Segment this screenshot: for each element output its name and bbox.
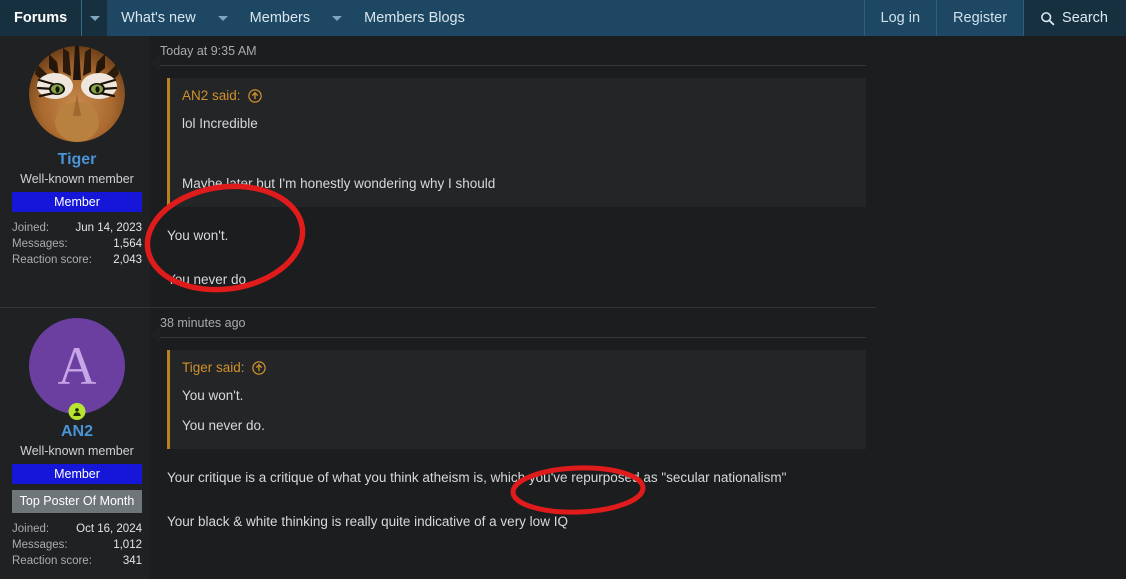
avatar[interactable]: [29, 46, 125, 142]
quote-line: You won't.: [182, 388, 244, 403]
stat-joined: Joined: Jun 14, 2023: [12, 220, 142, 236]
stat-value: 341: [122, 555, 142, 567]
user-banner-member: Member: [12, 464, 142, 484]
post-paragraph: Your black & white thinking is really qu…: [167, 514, 568, 529]
stat-messages: Messages: 1,564: [12, 236, 142, 252]
quote-author-label: AN2 said:: [182, 88, 241, 103]
post-content: 38 minutes ago Tiger said: You won't. Yo…: [150, 308, 876, 579]
stat-value: 2,043: [113, 254, 142, 266]
stat-messages: Messages: 1,012: [12, 537, 142, 553]
stat-label: Messages:: [12, 238, 68, 250]
nav-caret-forums[interactable]: [81, 0, 108, 36]
nav-caret-members[interactable]: [324, 0, 350, 36]
post-author-name[interactable]: AN2: [12, 423, 142, 441]
quote-line: You never do.: [182, 418, 265, 433]
stat-label: Messages:: [12, 539, 68, 551]
secondary-nav: Log in Register Search: [863, 0, 1126, 36]
arrow-up-circle-icon[interactable]: [251, 360, 266, 375]
primary-nav: Forums What's new Members Members Blogs: [0, 0, 864, 36]
nav-item-forums[interactable]: Forums: [0, 0, 82, 36]
register-button[interactable]: Register: [937, 0, 1023, 36]
stat-joined: Joined: Oct 16, 2024: [12, 521, 142, 537]
chevron-down-icon: [217, 15, 228, 21]
post-author-title: Well-known member: [20, 172, 134, 186]
nav-item-members-blogs[interactable]: Members Blogs: [350, 0, 479, 36]
post-article: Tiger Well-known member Member Joined: J…: [0, 36, 876, 307]
stat-value: 1,564: [113, 238, 142, 250]
stat-reaction-score: Reaction score: 341: [12, 553, 142, 569]
blockquote: Tiger said: You won't. You never do.: [167, 350, 866, 449]
post-pointer-arrow: [150, 326, 160, 344]
nav-item-members[interactable]: Members: [236, 0, 324, 36]
search-icon: [1041, 11, 1055, 25]
stat-value: 1,012: [113, 539, 142, 551]
quote-line: Maybe later but I'm honestly wondering w…: [182, 176, 496, 191]
quote-line: lol Incredible: [182, 116, 258, 131]
user-banner-member: Member: [12, 192, 142, 212]
avatar[interactable]: A: [29, 318, 125, 420]
user-banner-top-poster: Top Poster Of Month: [12, 490, 142, 513]
stat-label: Reaction score:: [12, 555, 92, 567]
chevron-down-icon: [89, 15, 100, 21]
user-online-icon: [73, 408, 81, 416]
stat-value: Jun 14, 2023: [75, 222, 142, 234]
stat-label: Joined:: [12, 523, 50, 535]
post-article: A AN2 Well-known member Member Top Poste…: [0, 307, 876, 579]
post-author-sidebar: A AN2 Well-known member Member Top Poste…: [0, 308, 150, 579]
quote-attribution[interactable]: Tiger said:: [182, 360, 854, 375]
post-author-sidebar: Tiger Well-known member Member Joined: J…: [0, 36, 150, 307]
post-content: Today at 9:35 AM AN2 said: lol Incredibl…: [150, 36, 876, 307]
post-author-name[interactable]: Tiger: [12, 151, 142, 169]
top-navigation-bar: Forums What's new Members Members Blogs …: [0, 0, 1126, 36]
thread-post-list: Tiger Well-known member Member Joined: J…: [0, 36, 876, 579]
nav-item-whats-new[interactable]: What's new: [107, 0, 210, 36]
avatar-letter[interactable]: A: [29, 318, 125, 414]
login-button[interactable]: Log in: [865, 0, 937, 36]
post-timestamp[interactable]: Today at 9:35 AM: [160, 36, 866, 66]
post-author-title: Well-known member: [20, 444, 134, 458]
post-author-stats: Joined: Jun 14, 2023 Messages: 1,564 Rea…: [12, 220, 142, 268]
quote-line-blank: [182, 145, 854, 163]
avatar-image-tiger[interactable]: [29, 46, 125, 142]
nav-caret-whats-new[interactable]: [210, 0, 236, 36]
online-status-badge: [68, 403, 86, 420]
chevron-down-icon: [332, 15, 343, 21]
arrow-up-circle-icon[interactable]: [247, 88, 262, 103]
post-paragraph: You won't.: [167, 228, 229, 243]
search-button[interactable]: Search: [1024, 0, 1126, 36]
post-timestamp[interactable]: 38 minutes ago: [160, 308, 866, 338]
stat-value: Oct 16, 2024: [76, 523, 142, 535]
stat-label: Reaction score:: [12, 254, 92, 266]
page-body: Tiger Well-known member Member Joined: J…: [0, 36, 1126, 579]
quote-author-label: Tiger said:: [182, 360, 245, 375]
quote-attribution[interactable]: AN2 said:: [182, 88, 854, 103]
tiger-photo-icon: [29, 46, 125, 142]
post-paragraph: Your critique is a critique of what you …: [167, 470, 787, 485]
blockquote: AN2 said: lol Incredible Maybe later but…: [167, 78, 866, 207]
stat-label: Joined:: [12, 222, 50, 234]
search-label: Search: [1062, 10, 1108, 26]
post-author-stats: Joined: Oct 16, 2024 Messages: 1,012 Rea…: [12, 521, 142, 569]
post-paragraph: You never do.: [167, 272, 250, 287]
stat-reaction-score: Reaction score: 2,043: [12, 252, 142, 268]
post-pointer-arrow: [150, 54, 160, 72]
